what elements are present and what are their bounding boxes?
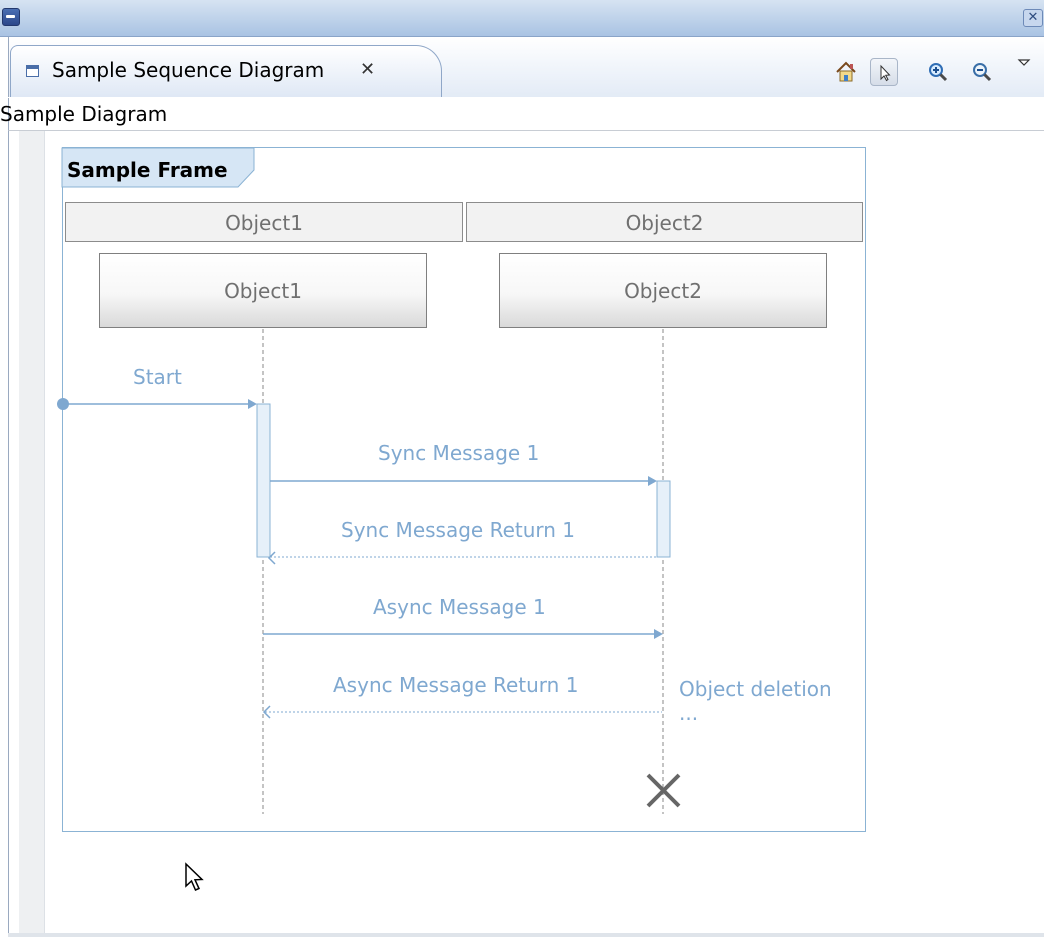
sequence-diagram-graphics: [57, 147, 681, 814]
async-message-1-label[interactable]: Async Message 1: [373, 595, 546, 619]
sync-message-return-1-label[interactable]: Sync Message Return 1: [341, 518, 575, 542]
start-message-label[interactable]: Start: [133, 365, 182, 389]
sync-message-1-arrowhead: [648, 476, 657, 486]
object-deletion-ellipsis: ...: [679, 701, 699, 725]
async-message-1-arrowhead: [654, 629, 663, 639]
async-message-return-1-label[interactable]: Async Message Return 1: [333, 673, 578, 697]
object-deletion-label[interactable]: Object deletion ...: [679, 677, 832, 725]
frame-title: Sample Frame: [67, 158, 228, 182]
start-message-arrowhead: [248, 399, 257, 409]
object2-activation[interactable]: [656, 480, 671, 558]
object1-activation[interactable]: [256, 403, 271, 558]
sync-message-1-label[interactable]: Sync Message 1: [378, 441, 539, 465]
mouse-cursor-icon: [184, 862, 208, 898]
object-deletion-text: Object deletion: [679, 677, 832, 701]
